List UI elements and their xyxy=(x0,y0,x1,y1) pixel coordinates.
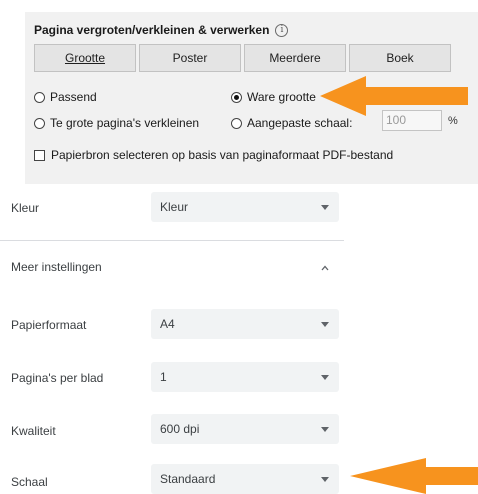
more-settings-toggle[interactable]: Meer instellingen xyxy=(11,260,102,274)
caret-down-icon xyxy=(321,205,329,210)
quality-value: 600 dpi xyxy=(160,422,200,436)
scale-label: Schaal xyxy=(11,475,48,489)
scale-value: Standaard xyxy=(160,472,216,486)
actual-size-option[interactable]: Ware grootte xyxy=(231,90,316,104)
panel-title-text: Pagina vergroten/verkleinen & verwerken xyxy=(34,23,270,37)
actual-size-radio[interactable] xyxy=(231,91,242,103)
custom-scale-label: Aangepaste schaal: xyxy=(247,116,353,130)
fit-label: Passend xyxy=(50,90,97,104)
color-label: Kleur xyxy=(11,201,40,215)
caret-down-icon xyxy=(321,477,329,482)
percent-sign: % xyxy=(448,115,458,127)
custom-scale-option[interactable]: Aangepaste schaal: xyxy=(231,116,352,130)
paper-size-label: Papierformaat xyxy=(11,318,87,332)
poster-button[interactable]: Poster xyxy=(139,44,241,72)
arrow-left-icon xyxy=(320,76,468,116)
shrink-oversized-label: Te grote pagina's verkleinen xyxy=(50,116,200,130)
size-button[interactable]: Grootte xyxy=(34,44,136,72)
quality-select[interactable]: 600 dpi xyxy=(151,414,339,444)
paper-source-checkbox[interactable] xyxy=(34,149,45,161)
caret-down-icon xyxy=(321,322,329,327)
arrow-left-icon xyxy=(350,458,478,494)
pages-per-sheet-select[interactable]: 1 xyxy=(151,362,339,392)
actual-size-label: Ware grootte xyxy=(247,90,316,104)
scale-select[interactable]: Standaard xyxy=(151,464,339,494)
mode-button-row: Grootte Poster Meerdere Boek xyxy=(34,44,451,72)
fit-option[interactable]: Passend xyxy=(34,90,97,104)
booklet-button[interactable]: Boek xyxy=(349,44,451,72)
multiple-button[interactable]: Meerdere xyxy=(244,44,346,72)
color-select-value: Kleur xyxy=(160,200,189,214)
panel-title: Pagina vergroten/verkleinen & verwerken … xyxy=(34,23,289,37)
section-divider xyxy=(0,240,344,241)
info-icon[interactable]: i xyxy=(275,23,289,37)
pages-per-sheet-label: Pagina's per blad xyxy=(11,371,104,385)
pages-per-sheet-value: 1 xyxy=(160,370,167,384)
paper-size-value: A4 xyxy=(160,317,175,331)
quality-label: Kwaliteit xyxy=(11,424,56,438)
paper-source-label: Papierbron selecteren op basis van pagin… xyxy=(51,148,394,162)
shrink-oversized-option[interactable]: Te grote pagina's verkleinen xyxy=(34,116,199,130)
shrink-oversized-radio[interactable] xyxy=(34,117,45,129)
caret-down-icon xyxy=(321,427,329,432)
chevron-up-icon[interactable] xyxy=(321,264,329,272)
color-select[interactable]: Kleur xyxy=(151,192,339,222)
custom-scale-radio[interactable] xyxy=(231,117,242,129)
caret-down-icon xyxy=(321,375,329,380)
fit-radio[interactable] xyxy=(34,91,45,103)
paper-size-select[interactable]: A4 xyxy=(151,309,339,339)
paper-source-option[interactable]: Papierbron selecteren op basis van pagin… xyxy=(34,148,393,162)
